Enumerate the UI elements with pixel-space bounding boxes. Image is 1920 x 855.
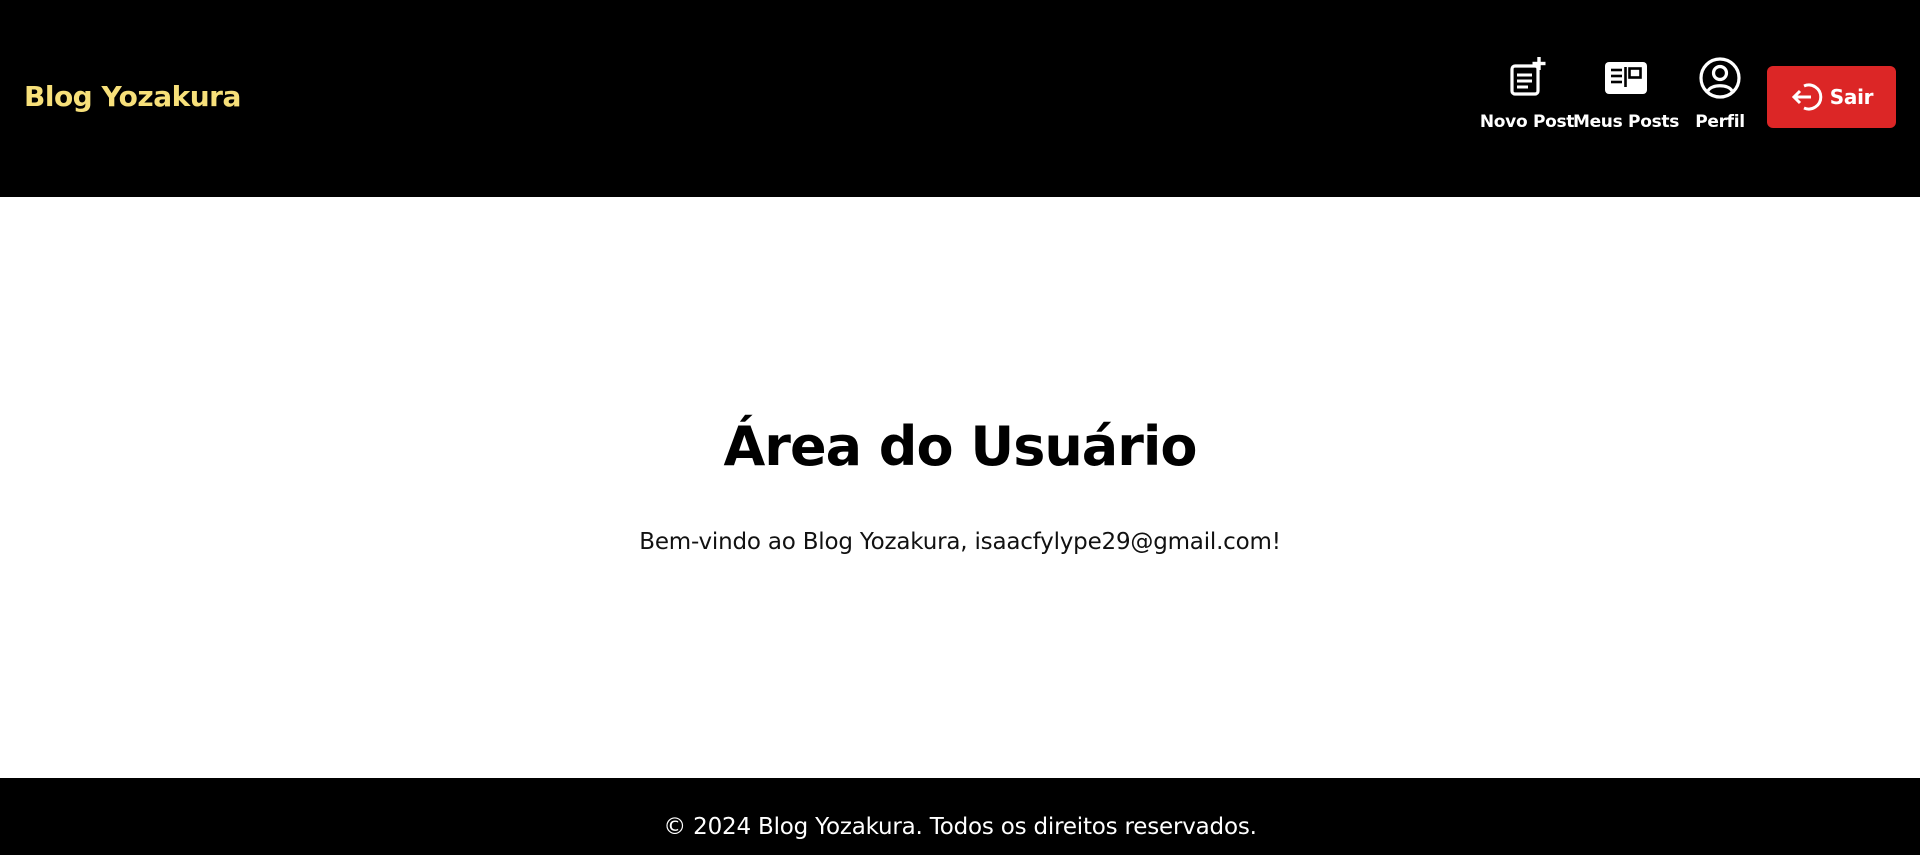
logout-arrow-icon: [1791, 83, 1822, 111]
footer-copyright: © 2024 Blog Yozakura. Todos os direitos …: [663, 814, 1257, 840]
site-brand[interactable]: Blog Yozakura: [24, 80, 241, 113]
note-add-icon: [1510, 57, 1546, 96]
nav-meus-posts[interactable]: Meus Posts: [1572, 56, 1680, 136]
nav-novo-post-label: Novo Post: [1479, 112, 1575, 132]
nav-meus-posts-label: Meus Posts: [1572, 112, 1680, 132]
nav-perfil-label: Perfil: [1695, 112, 1745, 132]
welcome-message: Bem-vindo ao Blog Yozakura, isaacfylype2…: [639, 529, 1281, 555]
nav-novo-post[interactable]: Novo Post: [1465, 56, 1589, 136]
user-circle-icon: [1699, 57, 1741, 99]
page-title: Área do Usuário: [723, 415, 1198, 478]
page: Blog Yozakura Novo Post Meus Posts Perfi…: [0, 0, 1920, 855]
logout-label: Sair: [1829, 85, 1874, 109]
nav-perfil[interactable]: Perfil: [1693, 56, 1747, 136]
top-navbar: Blog Yozakura Novo Post Meus Posts Perfi…: [0, 0, 1920, 197]
newspaper-icon: [1605, 62, 1647, 94]
main-content: Área do Usuário Bem-vindo ao Blog Yozaku…: [0, 197, 1920, 778]
logout-button[interactable]: Sair: [1767, 66, 1896, 128]
footer: © 2024 Blog Yozakura. Todos os direitos …: [0, 778, 1920, 855]
